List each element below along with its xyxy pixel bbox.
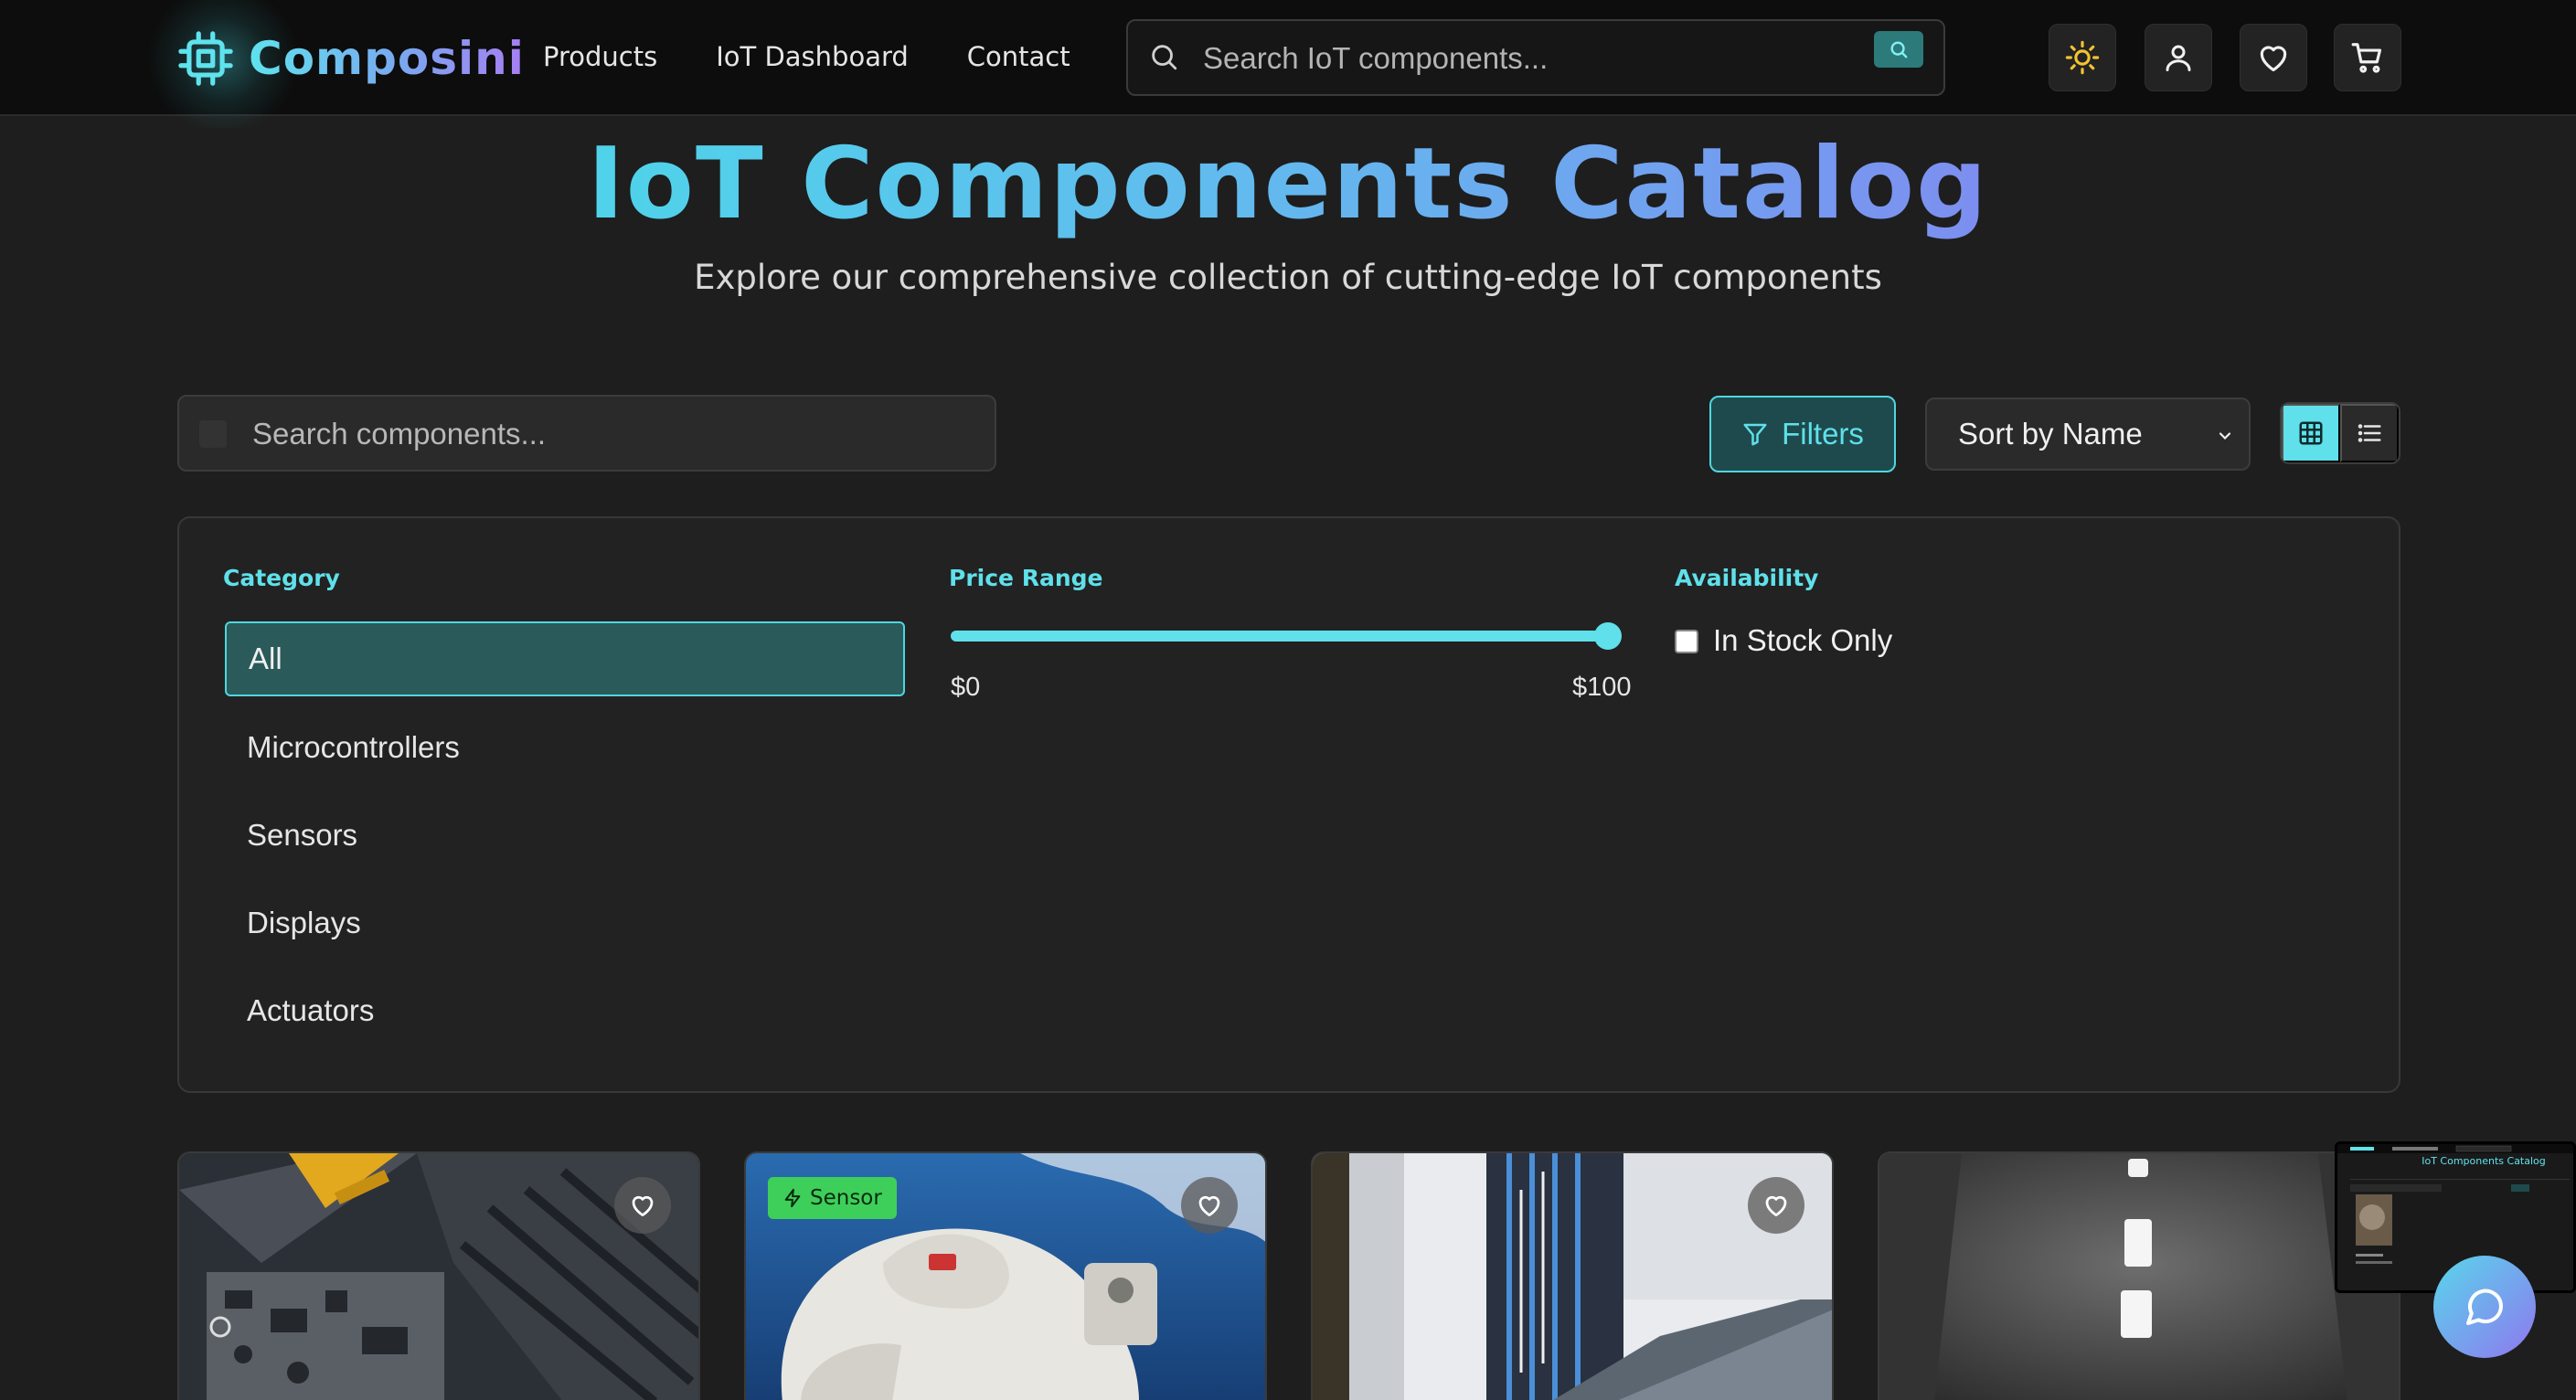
theme-toggle-button[interactable] bbox=[2049, 24, 2116, 91]
sun-icon bbox=[2065, 40, 2100, 75]
global-search bbox=[1126, 19, 1945, 96]
product-card[interactable]: Sensor bbox=[744, 1151, 1267, 1400]
product-card[interactable] bbox=[1311, 1151, 1834, 1400]
in-stock-label[interactable]: In Stock Only bbox=[1713, 623, 1892, 658]
price-range-label: Price Range bbox=[949, 565, 1103, 591]
category-badge: Sensor bbox=[768, 1177, 897, 1219]
top-navbar: Composini Products IoT Dashboard Contact bbox=[0, 0, 2576, 128]
category-item-actuators[interactable]: Actuators bbox=[225, 973, 905, 1048]
heart-icon bbox=[1198, 1195, 1220, 1216]
chat-icon bbox=[2466, 1289, 2504, 1325]
wishlist-button[interactable] bbox=[2240, 24, 2307, 91]
category-label: Category bbox=[223, 565, 340, 591]
lightning-icon bbox=[784, 1188, 801, 1208]
page-subtitle: Explore our comprehensive collection of … bbox=[694, 258, 1882, 297]
brand-logo[interactable]: Composini bbox=[141, 0, 525, 128]
user-icon bbox=[2166, 45, 2191, 71]
product-card[interactable] bbox=[1878, 1151, 2400, 1400]
chevron-down-icon bbox=[2219, 432, 2231, 440]
global-search-button[interactable] bbox=[1874, 31, 1923, 68]
catalog-search-input[interactable] bbox=[252, 411, 974, 457]
category-item-displays[interactable]: Displays bbox=[225, 886, 905, 960]
list-view-button[interactable] bbox=[2340, 404, 2399, 462]
category-item-sensors[interactable]: Sensors bbox=[225, 798, 905, 873]
grid-view-button[interactable] bbox=[2282, 404, 2340, 462]
price-slider-track[interactable] bbox=[951, 631, 1618, 642]
favorite-button[interactable] bbox=[1748, 1177, 1804, 1234]
heart-icon bbox=[2260, 46, 2287, 72]
price-slider-handle[interactable] bbox=[1594, 622, 1623, 650]
heart-icon bbox=[1765, 1195, 1787, 1216]
preview-title: IoT Components Catalog bbox=[2422, 1155, 2546, 1167]
account-button[interactable] bbox=[2145, 24, 2212, 91]
filter-panel: Category All Microcontrollers Sensors Di… bbox=[177, 516, 2400, 1093]
chat-button[interactable] bbox=[2433, 1256, 2536, 1358]
page-title: IoT Components Catalog bbox=[0, 130, 2576, 239]
list-icon bbox=[2358, 424, 2381, 442]
search-icon bbox=[1152, 45, 1177, 70]
heart-icon bbox=[632, 1195, 654, 1216]
global-search-input[interactable] bbox=[1203, 36, 1834, 81]
category-item-all[interactable]: All bbox=[225, 621, 905, 696]
availability-label: Availability bbox=[1675, 565, 1819, 591]
category-item-microcontrollers[interactable]: Microcontrollers bbox=[225, 710, 905, 785]
search-icon bbox=[1890, 41, 1908, 58]
price-min-label: $0 bbox=[951, 673, 981, 702]
nav-link-products[interactable]: Products bbox=[543, 41, 657, 72]
grid-icon bbox=[2299, 421, 2323, 445]
cart-icon bbox=[2351, 43, 2382, 73]
nav-link-iot-dashboard[interactable]: IoT Dashboard bbox=[716, 41, 909, 72]
brand-name: Composini bbox=[249, 32, 525, 85]
sort-select[interactable]: Sort by Name bbox=[1925, 398, 2251, 471]
filters-button[interactable]: Filters bbox=[1709, 396, 1896, 472]
view-toggle bbox=[2280, 402, 2400, 464]
price-max-label: $100 bbox=[1572, 673, 1632, 702]
in-stock-checkbox[interactable] bbox=[1675, 630, 1698, 653]
product-image bbox=[1879, 1153, 2399, 1400]
main-nav: Products IoT Dashboard Contact bbox=[543, 37, 1070, 77]
sort-select-value: Sort by Name bbox=[1958, 417, 2143, 451]
product-card[interactable] bbox=[177, 1151, 700, 1400]
nav-link-contact[interactable]: Contact bbox=[967, 41, 1070, 72]
category-badge-label: Sensor bbox=[810, 1186, 882, 1210]
filters-button-label: Filters bbox=[1782, 417, 1864, 451]
page-title-text: IoT Components Catalog bbox=[587, 127, 1989, 241]
favorite-button[interactable] bbox=[1181, 1177, 1238, 1234]
search-icon bbox=[199, 420, 227, 448]
cart-button[interactable] bbox=[2334, 24, 2401, 91]
chip-icon bbox=[178, 31, 233, 86]
favorite-button[interactable] bbox=[614, 1177, 671, 1234]
catalog-search bbox=[177, 395, 996, 472]
filter-icon bbox=[1743, 423, 1767, 446]
